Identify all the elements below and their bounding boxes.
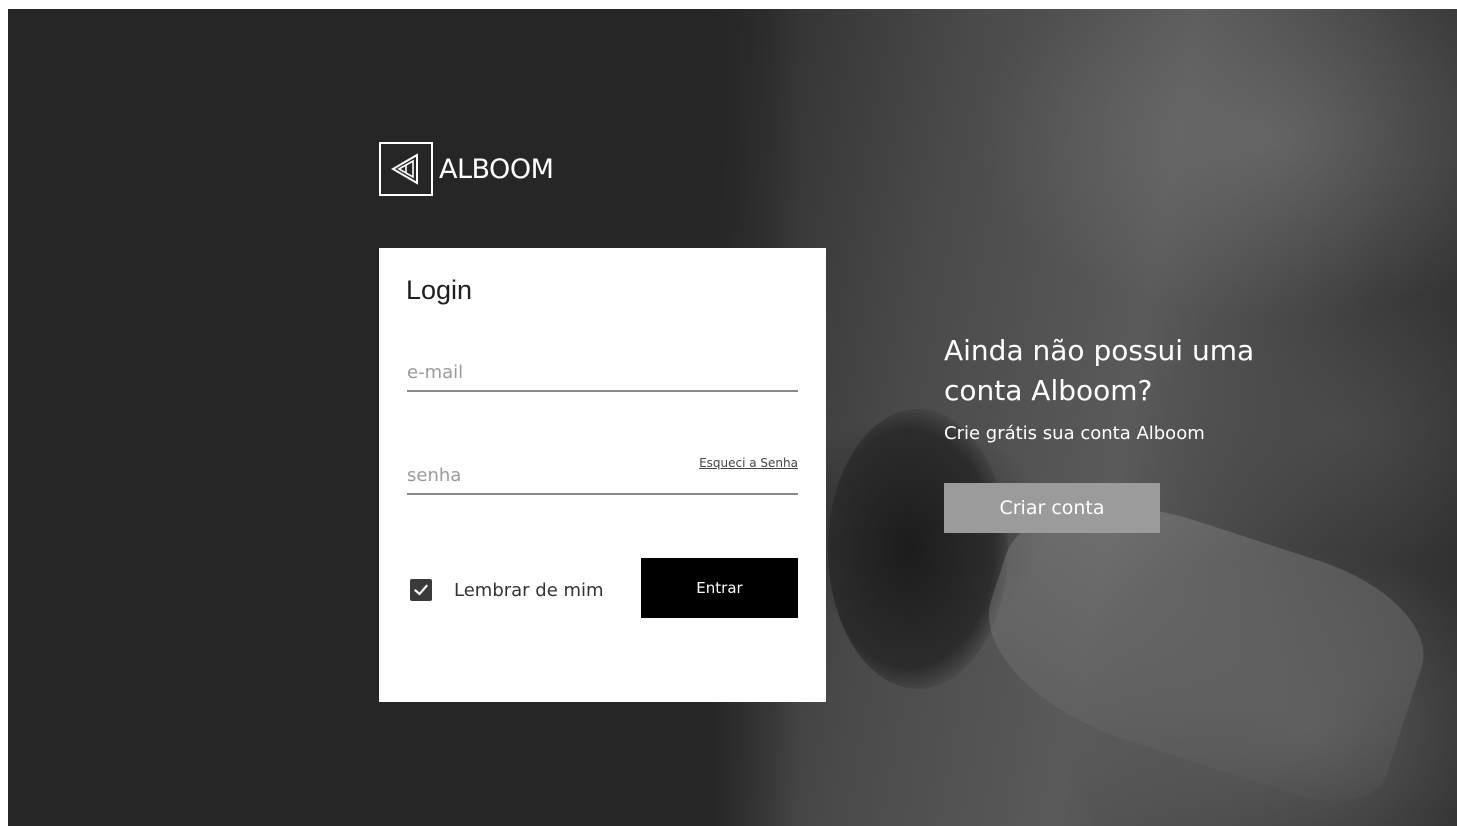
page-background: ALBOOM Login Esqueci a Senha Lembrar de … xyxy=(8,9,1457,826)
brand-logo: ALBOOM xyxy=(379,142,554,196)
signup-promo: Ainda não possui uma conta Alboom? Crie … xyxy=(944,331,1304,533)
create-account-button[interactable]: Criar conta xyxy=(944,483,1160,533)
background-photo-detail xyxy=(828,409,1008,689)
brand-name: ALBOOM xyxy=(439,153,554,185)
login-button[interactable]: Entrar xyxy=(641,558,798,618)
remember-me-label: Lembrar de mim xyxy=(454,579,604,601)
checkmark-icon xyxy=(413,584,429,596)
login-title: Login xyxy=(406,275,473,305)
forgot-password-link[interactable]: Esqueci a Senha xyxy=(699,456,798,470)
signup-subheading: Crie grátis sua conta Alboom xyxy=(944,423,1205,444)
alboom-triangle-logo-icon xyxy=(379,142,433,196)
email-field[interactable] xyxy=(407,358,798,392)
remember-me-toggle[interactable]: Lembrar de mim xyxy=(410,579,604,601)
remember-me-checkbox[interactable] xyxy=(410,579,432,601)
login-card: Login Esqueci a Senha Lembrar de mim Ent… xyxy=(379,248,826,702)
signup-heading: Ainda não possui uma conta Alboom? xyxy=(944,334,1255,407)
